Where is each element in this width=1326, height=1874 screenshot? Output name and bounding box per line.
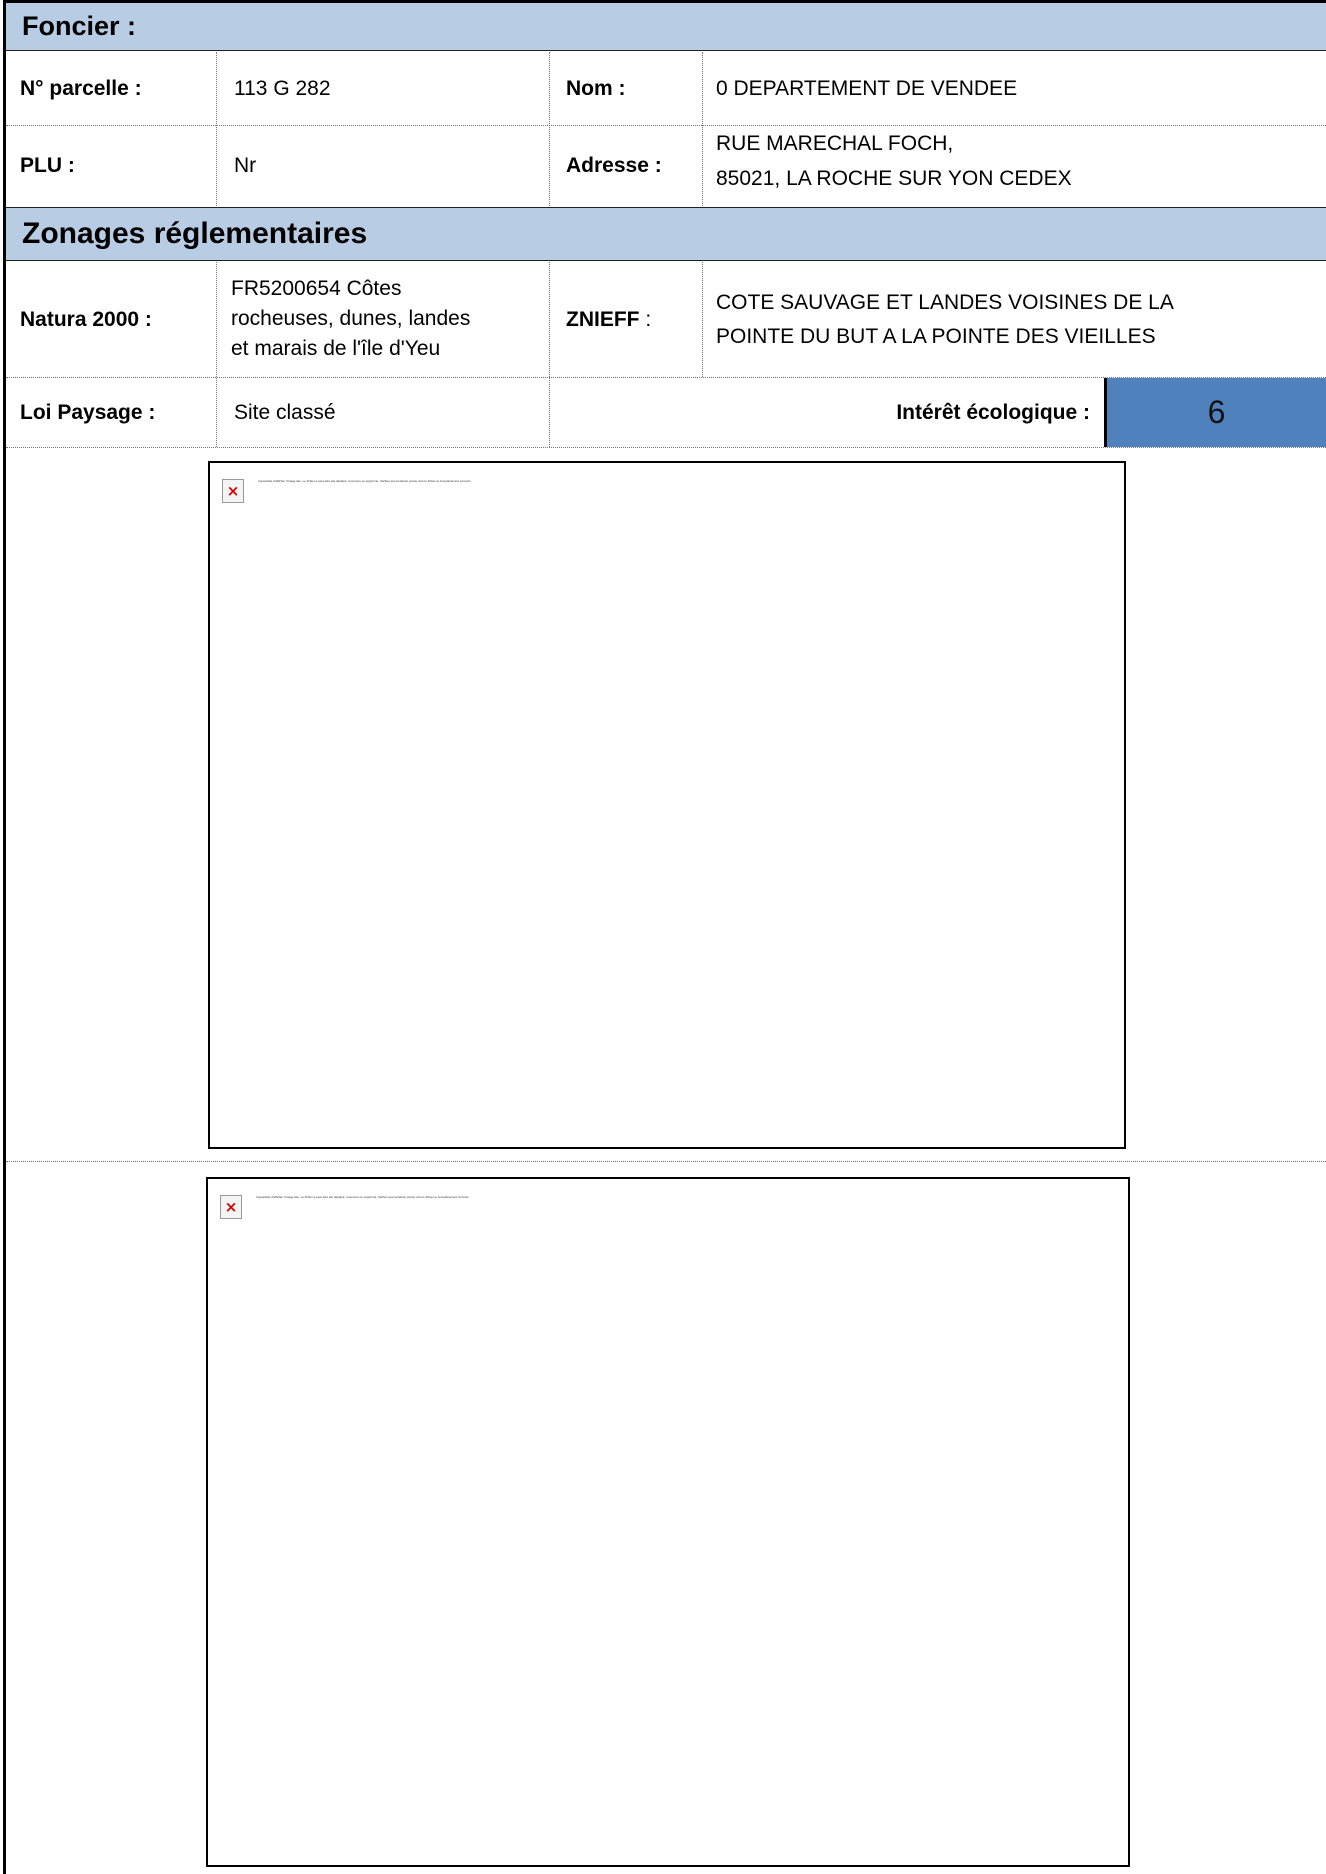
broken-image-glyph: × <box>226 482 240 500</box>
natura-label: Natura 2000 : <box>20 307 152 331</box>
plu-label: PLU : <box>20 154 75 177</box>
natura-value: FR5200654 Côtes rocheuses, dunes, landes… <box>217 262 549 377</box>
broken-image-message: Impossible d'afficher l'image liée. Le f… <box>258 479 472 483</box>
adresse-label: Adresse : <box>566 154 662 177</box>
parcel-value: 113 G 282 <box>234 76 331 100</box>
natura-line-1: FR5200654 Côtes <box>231 277 402 300</box>
row-divider <box>6 125 1326 126</box>
interet-ecologique-score: 6 <box>1104 378 1326 447</box>
znieff-label: ZNIEFF <box>566 307 640 331</box>
broken-image-glyph: × <box>224 1198 238 1216</box>
natura-line-2: rocheuses, dunes, landes <box>231 307 471 330</box>
znieff-value: COTE SAUVAGE ET LANDES VOISINES DE LA PO… <box>703 262 1323 377</box>
nom-value: 0 DEPARTEMENT DE VENDEE <box>716 76 1018 100</box>
broken-image-icon: × <box>220 1195 242 1219</box>
loi-paysage-label: Loi Paysage : <box>20 400 156 424</box>
foncier-title: Foncier : <box>22 11 137 41</box>
loi-paysage-value: Site classé <box>234 400 336 424</box>
znieff-label-cell: ZNIEFF : <box>550 262 702 377</box>
interet-ecologique-value: 6 <box>1207 394 1226 430</box>
interet-ecologique-label: Intérêt écologique : <box>896 400 1090 424</box>
zonages-title: Zonages réglementaires <box>22 217 368 250</box>
row-divider <box>6 447 1326 448</box>
linked-image-placeholder: × Impossible d'afficher l'image liée. Le… <box>206 1177 1130 1867</box>
zonages-header: Zonages réglementaires <box>6 207 1326 261</box>
adresse-line-1: RUE MARECHAL FOCH, <box>716 132 954 155</box>
column-divider <box>549 262 550 447</box>
natura-line-3: et marais de l'île d'Yeu <box>231 337 441 360</box>
plu-value: Nr <box>234 154 257 177</box>
nom-label: Nom : <box>566 76 626 100</box>
linked-image-placeholder: × Impossible d'afficher l'image liée. Le… <box>208 461 1126 1149</box>
adresse-value: RUE MARECHAL FOCH, 85021, LA ROCHE SUR Y… <box>703 126 1323 206</box>
broken-image-icon: × <box>222 479 244 503</box>
row-divider <box>6 1161 1326 1162</box>
column-divider <box>216 262 217 447</box>
column-divider <box>702 262 703 377</box>
znieff-line-1: COTE SAUVAGE ET LANDES VOISINES DE LA <box>716 291 1174 314</box>
adresse-line-2: 85021, LA ROCHE SUR YON CEDEX <box>716 167 1072 190</box>
column-divider <box>549 52 550 206</box>
broken-image-message: Impossible d'afficher l'image liée. Le f… <box>256 1195 470 1199</box>
row-divider <box>6 377 1326 378</box>
fiche-parcelle: Foncier : N° parcelle : 113 G 282 Nom : … <box>0 0 1326 1874</box>
column-divider <box>702 52 703 206</box>
column-divider <box>216 52 217 206</box>
foncier-header: Foncier : <box>6 3 1326 51</box>
znieff-colon: : <box>639 307 652 331</box>
parcel-label: N° parcelle : <box>20 76 142 100</box>
znieff-line-2: POINTE DU BUT A LA POINTE DES VIEILLES <box>716 325 1156 348</box>
